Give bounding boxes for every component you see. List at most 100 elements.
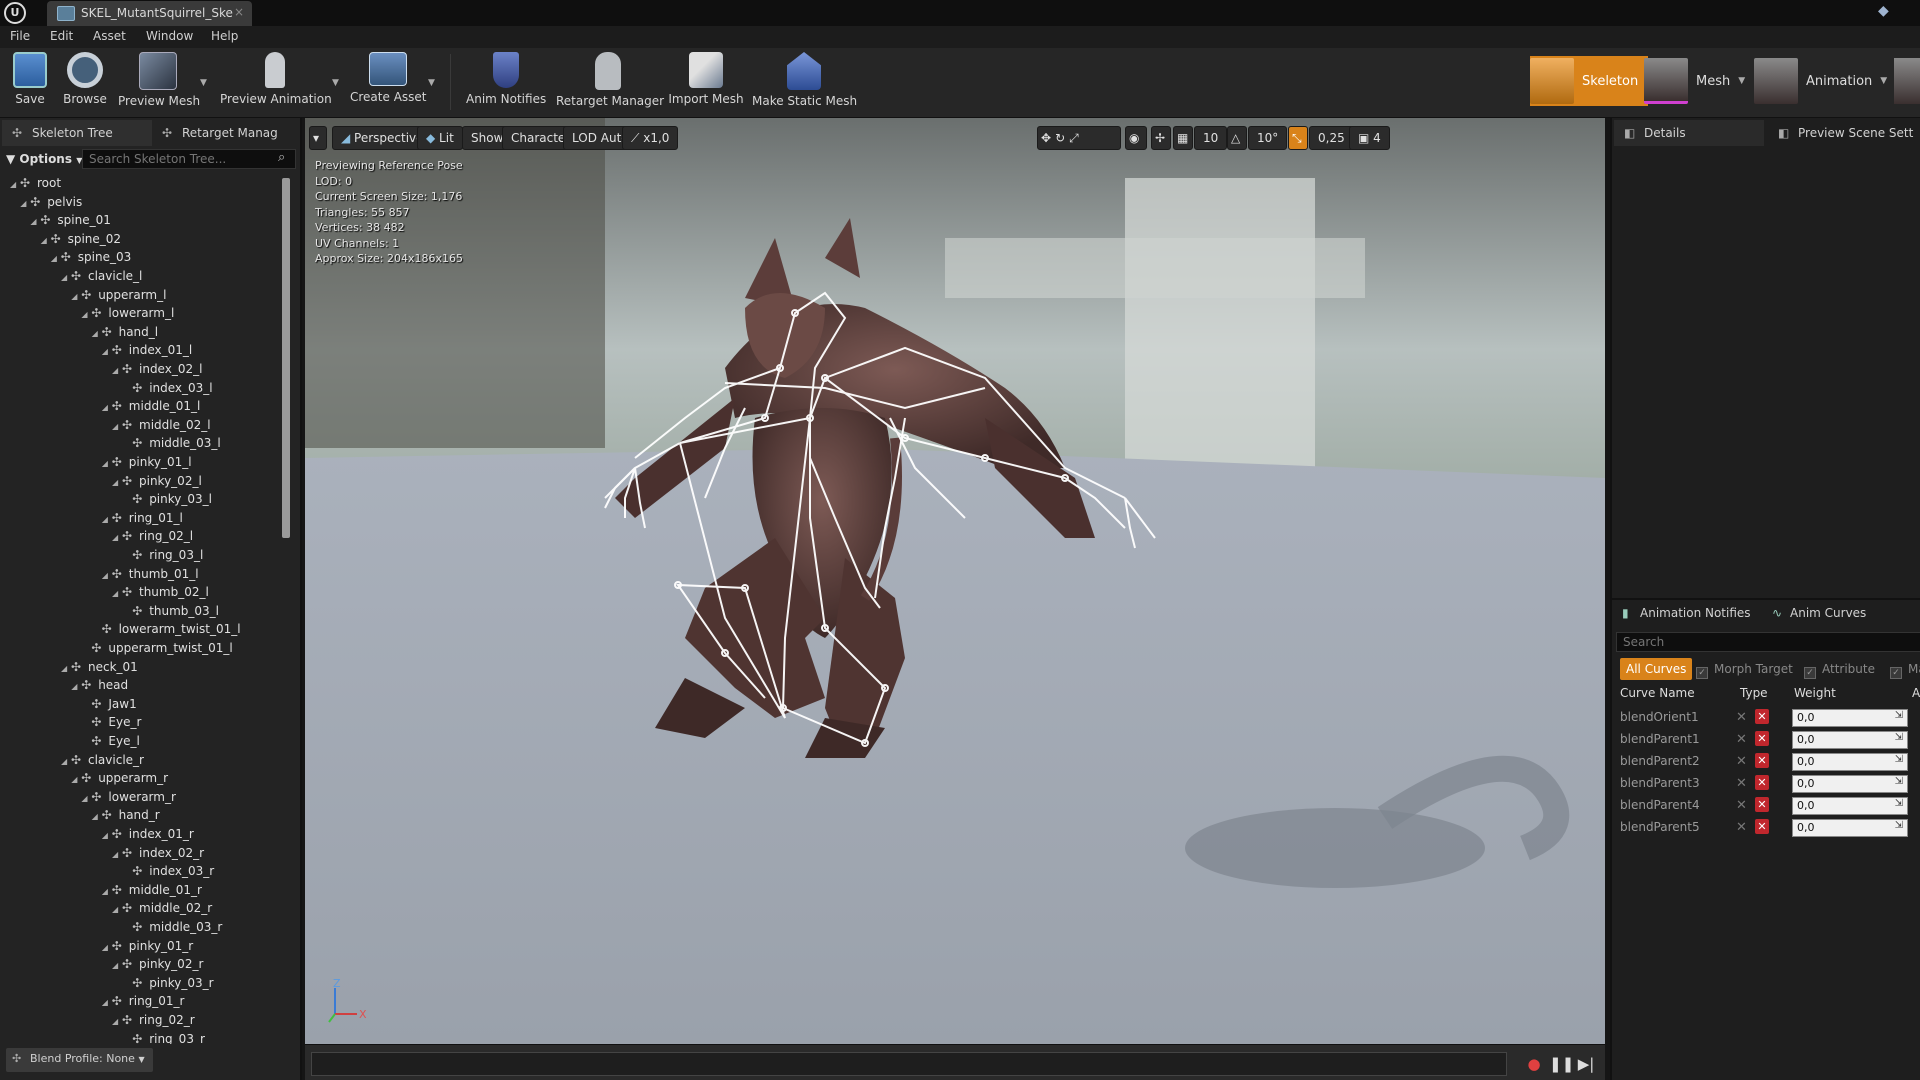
bone-row[interactable]: ◢ ✣ pelvis <box>20 193 82 211</box>
expand-arrow-icon[interactable]: ◢ <box>112 474 122 492</box>
bone-row[interactable]: ✣ Eye_l <box>81 732 139 750</box>
material-type-icon[interactable]: ✕ <box>1755 775 1769 790</box>
preview-animation-dropdown-icon[interactable]: ▼ <box>332 78 339 88</box>
search-icon[interactable]: ⌕ <box>278 150 285 165</box>
bone-row[interactable]: ◢ ✣ ring_02_l <box>112 527 193 545</box>
expand-arrow-icon[interactable]: ◢ <box>102 343 112 361</box>
bone-row[interactable]: ✣ index_03_l <box>122 379 212 397</box>
bone-row[interactable]: ✣ Jaw1 <box>81 695 136 713</box>
angle-snap-icon[interactable]: △ <box>1227 126 1247 150</box>
scale-icon[interactable]: ⤢ <box>1069 131 1083 145</box>
material-filter[interactable]: ✓Ma <box>1890 658 1920 680</box>
bone-row[interactable]: ✣ lowerarm_twist_01_l <box>92 620 241 638</box>
bone-row[interactable]: ◢ ✣ upperarm_l <box>71 286 166 304</box>
bone-row[interactable]: ◢ ✣ neck_01 <box>61 658 138 676</box>
translate-icon[interactable]: ✥ <box>1041 131 1055 145</box>
menu-window[interactable]: Window <box>146 29 193 43</box>
morph-type-icon[interactable]: ✕ <box>1736 732 1747 747</box>
browse-button[interactable]: Browse <box>60 50 110 114</box>
anim-notifies-button[interactable]: Anim Notifies <box>466 50 546 114</box>
tab-preview-scene-settings[interactable]: ◧ Preview Scene Sett <box>1768 120 1920 146</box>
material-checkbox[interactable]: ✓ <box>1890 667 1902 679</box>
expand-arrow-icon[interactable]: ◢ <box>61 269 71 287</box>
material-type-icon[interactable]: ✕ <box>1755 753 1769 768</box>
scale-snap-value[interactable]: 0,25 <box>1309 126 1354 150</box>
expand-arrow-icon[interactable]: ◢ <box>41 232 51 250</box>
weight-spin-icon[interactable]: ⇲ <box>1895 710 1903 721</box>
skeleton-search-input[interactable] <box>82 149 296 169</box>
save-button[interactable]: Save <box>8 50 52 114</box>
animation-mode-button[interactable]: Animation ▼ <box>1754 56 1897 106</box>
expand-arrow-icon[interactable]: ◢ <box>112 362 122 380</box>
weight-spin-icon[interactable]: ⇲ <box>1895 754 1903 765</box>
bone-row[interactable]: ◢ ✣ thumb_02_l <box>112 583 209 601</box>
bone-row[interactable]: ◢ ✣ spine_01 <box>30 211 110 229</box>
weight-spin-icon[interactable]: ⇲ <box>1895 776 1903 787</box>
weight-field[interactable]: 0,0 ⇲ <box>1792 753 1908 771</box>
angle-snap-value[interactable]: 10° <box>1248 126 1288 150</box>
mesh-mode-dropdown-icon[interactable]: ▼ <box>1738 76 1745 86</box>
bone-row[interactable]: ✣ upperarm_twist_01_l <box>81 639 232 657</box>
viewport-scene[interactable] <box>305 118 1605 1044</box>
curve-row[interactable]: blendOrient1 ✕ ✕ 0,0 ⇲ <box>1612 707 1920 729</box>
bone-row[interactable]: ✣ thumb_03_l <box>122 602 219 620</box>
bone-row[interactable]: ◢ ✣ pinky_02_l <box>112 472 202 490</box>
playback-speed-button[interactable]: ⟋ x1,0 <box>622 126 679 150</box>
bone-row[interactable]: ◢ ✣ index_01_l <box>102 341 192 359</box>
options-button[interactable]: ▼ Options ▼ <box>6 152 82 166</box>
tab-details[interactable]: ◧ Details <box>1614 120 1764 146</box>
morph-target-checkbox[interactable]: ✓ <box>1696 667 1708 679</box>
material-type-icon[interactable]: ✕ <box>1755 819 1769 834</box>
expand-arrow-icon[interactable]: ◢ <box>30 213 40 231</box>
bone-row[interactable]: ✣ ring_03_r <box>122 1030 205 1044</box>
expand-arrow-icon[interactable]: ◢ <box>112 957 122 975</box>
all-curves-filter[interactable]: All Curves <box>1620 658 1693 680</box>
morph-type-icon[interactable]: ✕ <box>1736 776 1747 791</box>
weight-spin-icon[interactable]: ⇲ <box>1895 732 1903 743</box>
bone-row[interactable]: ◢ ✣ pinky_01_r <box>102 937 193 955</box>
weight-field[interactable]: 0,0 ⇲ <box>1792 819 1908 837</box>
expand-arrow-icon[interactable]: ◢ <box>112 846 122 864</box>
weight-field[interactable]: 0,0 ⇲ <box>1792 709 1908 727</box>
tab-skeleton-tree[interactable]: ✣ Skeleton Tree <box>2 120 152 146</box>
surface-snap-icon[interactable]: ✢ <box>1151 126 1171 150</box>
transform-tools[interactable]: ✥↻⤢ <box>1037 126 1121 150</box>
expand-arrow-icon[interactable]: ◢ <box>112 901 122 919</box>
bone-row[interactable]: ◢ ✣ clavicle_l <box>61 267 142 285</box>
expand-arrow-icon[interactable]: ◢ <box>92 808 102 826</box>
expand-arrow-icon[interactable]: ◢ <box>10 176 20 194</box>
lit-mode-button[interactable]: ◆ Lit <box>417 126 463 150</box>
preview-animation-button[interactable]: Preview Animation <box>220 50 332 114</box>
bone-row[interactable]: ◢ ✣ spine_02 <box>41 230 121 248</box>
expand-arrow-icon[interactable]: ◢ <box>81 790 91 808</box>
scale-snap-icon[interactable]: ⤡ <box>1288 126 1308 150</box>
bone-row[interactable]: ◢ ✣ pinky_02_r <box>112 955 203 973</box>
document-tab[interactable]: SKEL_MutantSquirrel_Ske × <box>47 1 252 26</box>
col-auto[interactable]: A <box>1912 686 1920 700</box>
curve-row[interactable]: blendParent2 ✕ ✕ 0,0 ⇲ <box>1612 751 1920 773</box>
bone-row[interactable]: ◢ ✣ thumb_01_l <box>102 565 199 583</box>
record-button[interactable]: ● <box>1523 1054 1545 1074</box>
bone-row[interactable]: ◢ ✣ middle_02_r <box>112 899 212 917</box>
morph-type-icon[interactable]: ✕ <box>1736 820 1747 835</box>
bone-row[interactable]: ◢ ✣ pinky_01_l <box>102 453 192 471</box>
bone-row[interactable]: ◢ ✣ ring_01_l <box>102 509 183 527</box>
morph-type-icon[interactable]: ✕ <box>1736 710 1747 725</box>
material-type-icon[interactable]: ✕ <box>1755 731 1769 746</box>
blueprint-mode-button[interactable] <box>1894 58 1920 104</box>
expand-arrow-icon[interactable]: ◢ <box>71 678 81 696</box>
import-mesh-button[interactable]: Import Mesh <box>668 50 744 114</box>
weight-field[interactable]: 0,0 ⇲ <box>1792 797 1908 815</box>
expand-arrow-icon[interactable]: ◢ <box>102 399 112 417</box>
menu-help[interactable]: Help <box>211 29 238 43</box>
expand-arrow-icon[interactable]: ◢ <box>20 195 30 213</box>
curve-row[interactable]: blendParent3 ✕ ✕ 0,0 ⇲ <box>1612 773 1920 795</box>
expand-arrow-icon[interactable]: ◢ <box>102 511 112 529</box>
curve-search-input[interactable] <box>1616 632 1920 652</box>
attribute-checkbox[interactable]: ✓ <box>1804 667 1816 679</box>
step-forward-button[interactable]: ▶| <box>1575 1054 1597 1074</box>
bone-row[interactable]: ◢ ✣ root <box>10 174 61 192</box>
grid-snap-icon[interactable]: ▦ <box>1173 126 1193 150</box>
bone-row[interactable]: ✣ ring_03_l <box>122 546 203 564</box>
bone-row[interactable]: ✣ middle_03_r <box>122 918 222 936</box>
